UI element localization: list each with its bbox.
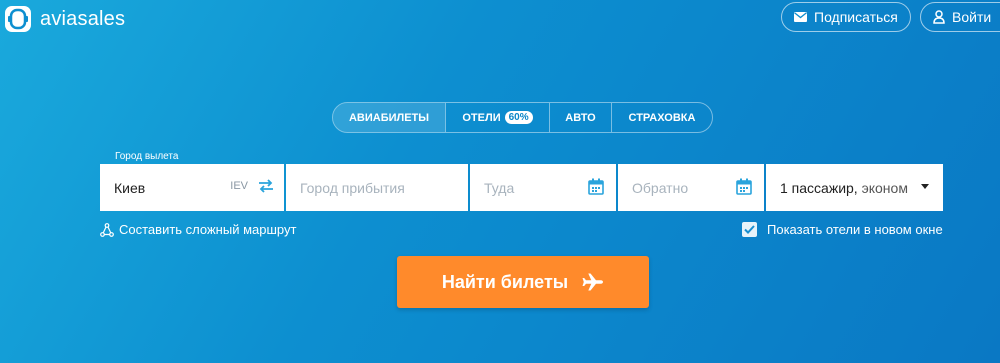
search-type-tabs: АВИАБИЛЕТЫ ОТЕЛИ 60% АВТО СТРАХОВКА (332, 102, 713, 133)
chevron-down-icon (921, 184, 929, 189)
return-placeholder: Обратно (632, 179, 689, 196)
tab-flights-label: АВИАБИЛЕТЫ (348, 111, 430, 124)
subscribe-button[interactable]: Подписаться (781, 2, 911, 32)
calendar-icon[interactable] (588, 178, 604, 195)
user-icon (933, 10, 945, 24)
tab-insurance-label: СТРАХОВКА (628, 111, 696, 124)
aviasales-logo-icon (5, 6, 31, 32)
passengers-select[interactable]: 1 пассажир, эконом (766, 164, 943, 211)
tab-flights[interactable]: АВИАБИЛЕТЫ (333, 103, 445, 132)
route-network-icon (100, 222, 114, 237)
calendar-icon[interactable] (736, 178, 752, 195)
envelope-icon (794, 12, 807, 22)
cabin-class: эконом (861, 179, 908, 196)
passengers-count: 1 пассажир, (780, 179, 858, 196)
search-form: Киев IEV Город прибытия Туда Обратно 1 п… (100, 164, 945, 211)
depart-placeholder: Туда (484, 179, 515, 196)
origin-field[interactable]: Киев IEV (100, 164, 284, 211)
logo-text: aviasales (40, 7, 126, 30)
discount-badge: 60% (504, 111, 533, 124)
subscribe-label: Подписаться (814, 9, 898, 25)
return-date-field[interactable]: Обратно (618, 164, 764, 211)
check-icon (744, 225, 755, 234)
tab-hotels-label: ОТЕЛИ (462, 111, 501, 124)
complex-route-link[interactable]: Составить сложный маршрут (100, 222, 296, 237)
tab-hotels[interactable]: ОТЕЛИ 60% (445, 103, 549, 132)
destination-placeholder: Город прибытия (300, 179, 405, 196)
show-hotels-checkbox[interactable]: Показать отели в новом окне (742, 222, 943, 237)
origin-value: Киев (114, 179, 146, 196)
find-tickets-button[interactable]: Найти билеты (397, 256, 649, 308)
tab-auto[interactable]: АВТО (549, 103, 611, 132)
depart-date-field[interactable]: Туда (470, 164, 616, 211)
tab-auto-label: АВТО (565, 111, 596, 124)
tab-insurance[interactable]: СТРАХОВКА (611, 103, 712, 132)
logo[interactable]: aviasales (4, 4, 125, 34)
origin-iata: IEV (230, 180, 248, 192)
origin-label: Город вылета (115, 151, 179, 162)
airplane-icon (582, 273, 604, 291)
login-label: Войти (952, 9, 992, 25)
swap-arrows-icon[interactable] (258, 178, 274, 194)
find-tickets-label: Найти билеты (441, 271, 569, 292)
destination-field[interactable]: Город прибытия (286, 164, 468, 211)
checkbox-box[interactable] (742, 222, 757, 237)
complex-route-label: Составить сложный маршрут (119, 222, 297, 237)
login-button[interactable]: Войти (920, 2, 1000, 32)
show-hotels-label: Показать отели в новом окне (767, 222, 943, 237)
